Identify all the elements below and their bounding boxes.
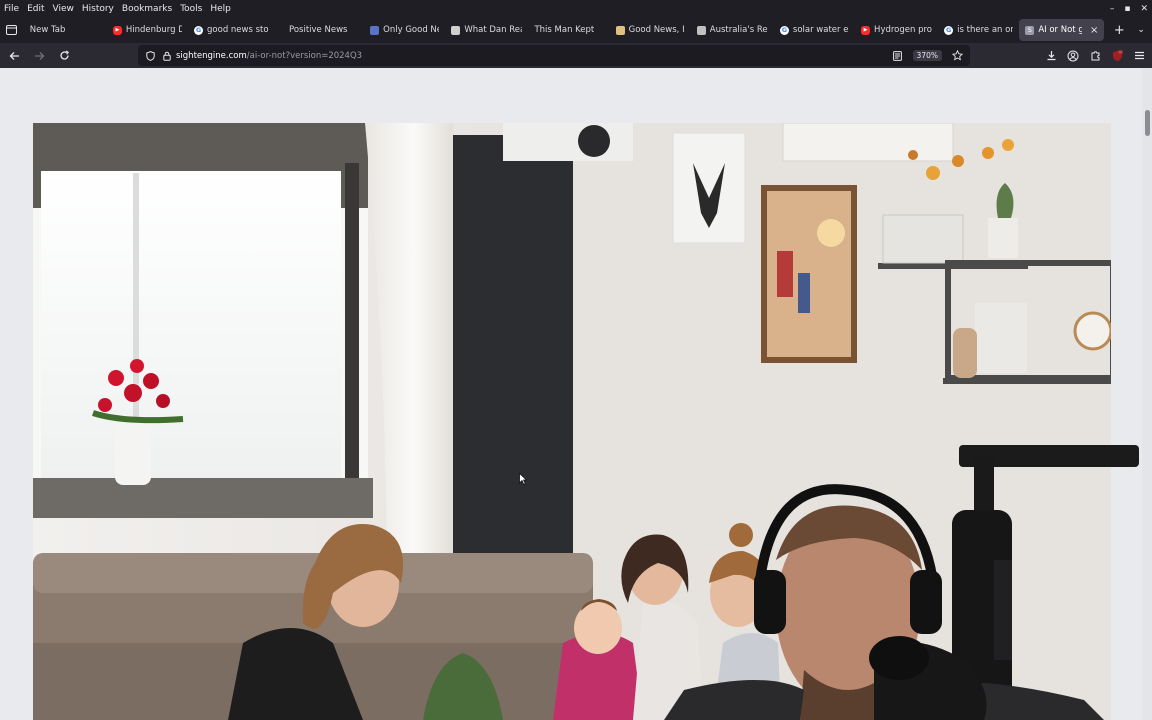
menu-tools[interactable]: Tools: [176, 4, 206, 14]
page-icon: [615, 25, 625, 35]
star-icon: [951, 50, 963, 61]
webcam-feed: [664, 445, 1139, 720]
zoom-level-button[interactable]: 370%: [912, 50, 942, 61]
sightengine-icon: S: [1025, 25, 1035, 35]
tab-label: Positive News: [289, 25, 348, 35]
extensions-button[interactable]: [1086, 46, 1104, 66]
google-icon: G: [194, 25, 204, 35]
close-window-button[interactable]: ✕: [1140, 4, 1148, 14]
cursor-arrow-icon: [519, 472, 528, 485]
site-info-button[interactable]: [162, 51, 172, 61]
google-icon: G: [944, 25, 954, 35]
reader-view-button[interactable]: [889, 46, 907, 66]
chevron-down-icon: ⌄: [1137, 25, 1145, 35]
tab-label: Good News, In: [628, 25, 685, 35]
tab-2[interactable]: Ggood news sto: [188, 19, 283, 41]
url-host: sightengine.com: [176, 50, 247, 61]
tab-label: What Dan Read: [464, 25, 522, 35]
window-controls: – ▪ ✕: [1110, 0, 1148, 17]
youtube-icon: ▶: [112, 25, 122, 35]
forward-arrow-icon: [34, 51, 44, 60]
address-bar[interactable]: sightengine.com/ai-or-not?version=2024Q3…: [138, 45, 970, 66]
tab-3[interactable]: Positive News: [283, 19, 364, 41]
tab-label: AI or Not ga: [1038, 25, 1083, 35]
url-path: /ai-or-not?version=2024Q3: [246, 50, 363, 61]
menu-history[interactable]: History: [78, 4, 118, 14]
tab-label: is there an onli: [957, 25, 1014, 35]
reader-view-icon: [893, 50, 902, 61]
address-bar-actions: 370%: [889, 45, 966, 66]
tab-11[interactable]: Gis there an onli: [938, 19, 1019, 41]
tab-label: Hydrogen proc: [874, 25, 933, 35]
menu-edit[interactable]: Edit: [23, 4, 48, 14]
youtube-icon: ▶: [861, 25, 871, 35]
page-icon: [696, 25, 706, 35]
menu-view[interactable]: View: [49, 4, 78, 14]
minimize-button[interactable]: –: [1110, 4, 1115, 14]
navigation-toolbar: sightengine.com/ai-or-not?version=2024Q3…: [0, 43, 1152, 68]
tracking-protection-button[interactable]: [144, 50, 156, 61]
tab-8[interactable]: Australia's Rev: [691, 19, 774, 41]
tab-list-icon: [6, 25, 18, 35]
puzzle-icon: [1091, 51, 1099, 61]
tab-9[interactable]: Gsolar water ele: [774, 19, 855, 41]
hamburger-menu-icon: [1134, 51, 1144, 60]
reload-button[interactable]: [53, 45, 75, 67]
menu-help[interactable]: Help: [206, 4, 235, 14]
tab-label: good news sto: [207, 25, 269, 35]
tab-label: Hindenburg D: [125, 25, 183, 35]
ublock-icon: [1112, 50, 1122, 61]
tab-label: Australia's Rev: [709, 25, 768, 35]
site-icon: [370, 25, 380, 35]
tab-1[interactable]: ▶ Hindenburg D: [107, 19, 188, 41]
back-arrow-icon: [9, 51, 19, 60]
maximize-button[interactable]: ▪: [1124, 4, 1130, 14]
new-tab-button[interactable]: +: [1108, 19, 1130, 41]
forward-button[interactable]: [28, 45, 50, 67]
mouse-cursor: [519, 470, 528, 489]
account-icon: [1067, 50, 1079, 61]
tab-10[interactable]: ▶ Hydrogen proc: [855, 19, 938, 41]
downloads-button[interactable]: [1042, 46, 1060, 66]
tab-label: New Tab: [29, 25, 66, 35]
list-all-tabs-button[interactable]: ⌄: [1130, 19, 1152, 41]
plus-icon: +: [1113, 22, 1125, 38]
tab-label: solar water ele: [792, 25, 849, 35]
tab-label: This Man Kept: [534, 25, 595, 35]
tab-5[interactable]: What Dan Read: [445, 19, 528, 41]
menu-file[interactable]: File: [0, 4, 23, 14]
shield-icon: [145, 50, 155, 61]
page-icon: [451, 25, 461, 35]
tab-12[interactable]: SAI or Not ga ×: [1019, 19, 1105, 41]
tab-list-button[interactable]: [0, 17, 24, 43]
account-button[interactable]: [1064, 46, 1082, 66]
tab-7[interactable]: Good News, In: [610, 19, 691, 41]
bookmark-button[interactable]: [948, 46, 966, 66]
toolbar-right: [1042, 43, 1148, 68]
reload-icon: [59, 50, 69, 60]
back-button[interactable]: [3, 45, 25, 67]
tab-0[interactable]: New Tab: [24, 19, 107, 41]
menu-bookmarks[interactable]: Bookmarks: [118, 4, 176, 14]
tab-strip: New Tab ▶ Hindenburg D Ggood news sto Positi…: [0, 17, 1152, 43]
tab-6[interactable]: This Man Kept: [528, 19, 609, 41]
app-menu-button[interactable]: [1130, 46, 1148, 66]
tab-label: Only Good Nev: [383, 25, 439, 35]
tab-4[interactable]: Only Good Nev: [364, 19, 445, 41]
download-icon: [1047, 51, 1055, 61]
menu-bar: File Edit View History Bookmarks Tools H…: [0, 0, 1152, 17]
scrollbar-thumb[interactable]: [1145, 110, 1150, 136]
close-tab-icon[interactable]: ×: [1090, 25, 1098, 36]
webcam-overlay: [664, 440, 1152, 720]
google-icon: G: [779, 25, 789, 35]
lock-icon: [163, 51, 171, 61]
ublock-button[interactable]: [1108, 46, 1126, 66]
